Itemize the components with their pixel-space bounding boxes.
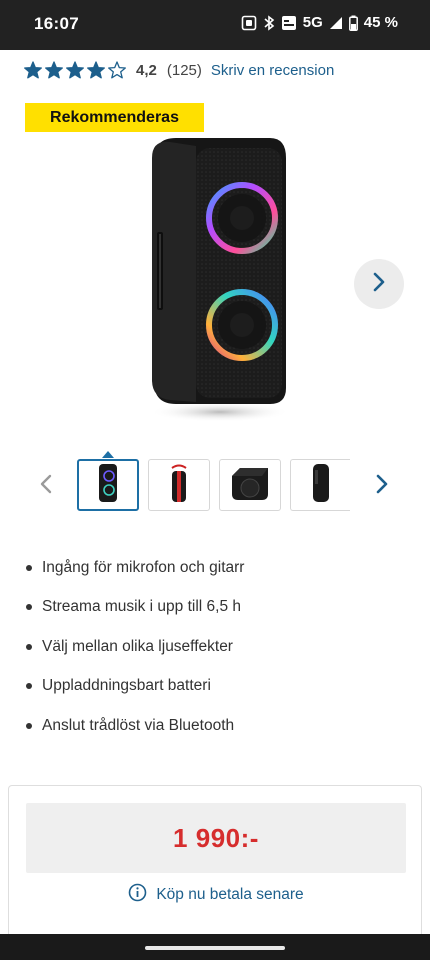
buy-now-pay-later-label: Köp nu betala senare — [156, 886, 304, 903]
rating-value: 4,2 — [136, 61, 157, 79]
star-filled-icon — [66, 61, 84, 79]
star-empty-icon — [108, 61, 126, 79]
thumbnail-4[interactable] — [290, 459, 350, 511]
chevron-right-icon — [376, 473, 388, 500]
battery-percent: 45 % — [363, 14, 398, 31]
feature-text: Anslut trådlöst via Bluetooth — [42, 716, 235, 734]
feature-text: Uppladdningsbart batteri — [42, 677, 211, 695]
bullet-icon — [26, 564, 32, 571]
rating-stars — [24, 61, 126, 79]
price-box: 1 990:- — [26, 803, 406, 873]
bluetooth-icon — [263, 14, 275, 31]
price-card: 1 990:- Köp nu betala senare — [8, 785, 422, 945]
feature-text: Välj mellan olika ljuseffekter — [42, 637, 233, 655]
rating-count[interactable]: (125) — [167, 62, 202, 79]
speaker-front-thumbnail — [98, 463, 118, 508]
thumbnail-3[interactable] — [219, 459, 281, 511]
bullet-icon — [26, 604, 32, 611]
feature-text: Streama musik i upp till 6,5 h — [42, 598, 242, 616]
feature-item: Anslut trådlöst via Bluetooth — [26, 706, 244, 746]
signal-icon — [329, 16, 343, 30]
party-speaker-image[interactable] — [140, 130, 290, 430]
write-review-link[interactable]: Skriv en recension — [211, 62, 334, 79]
chevron-left-icon — [40, 473, 52, 500]
thumbnail-next-button[interactable] — [370, 472, 394, 500]
active-thumbnail-indicator — [102, 451, 114, 458]
thumbnail-prev-button[interactable] — [34, 472, 58, 500]
thumbnail-2[interactable] — [148, 459, 210, 511]
speaker-red-thumbnail — [164, 462, 194, 509]
price-value: 1 990:- — [173, 822, 259, 853]
network-label: 5G — [302, 14, 323, 31]
speaker-side-thumbnail — [311, 462, 331, 509]
buy-now-pay-later-link[interactable]: Köp nu betala senare — [9, 883, 423, 907]
feature-item: Streama musik i upp till 6,5 h — [26, 588, 244, 628]
recommended-badge: Rekommenderas — [25, 103, 204, 132]
bullet-icon — [26, 683, 32, 690]
bullet-icon — [26, 643, 32, 650]
feature-list: Ingång för mikrofon och gitarr Streama m… — [26, 548, 244, 746]
navigation-bar — [0, 934, 430, 960]
bullet-icon — [26, 722, 32, 729]
chevron-right-icon — [372, 271, 386, 298]
star-filled-icon — [87, 61, 105, 79]
volte-icon — [281, 15, 297, 31]
feature-item: Uppladdningsbart batteri — [26, 667, 244, 707]
status-time: 16:07 — [34, 14, 79, 33]
feature-text: Ingång för mikrofon och gitarr — [42, 558, 245, 576]
thumbnail-1[interactable] — [77, 459, 139, 511]
feature-item: Välj mellan olika ljuseffekter — [26, 627, 244, 667]
screen-record-icon — [241, 15, 257, 31]
star-filled-icon — [24, 61, 42, 79]
rating-row: 4,2 (125) Skriv en recension — [24, 58, 334, 82]
battery-icon — [348, 15, 358, 31]
speaker-top-thumbnail — [228, 464, 272, 507]
feature-item: Ingång för mikrofon och gitarr — [26, 548, 244, 588]
next-image-button[interactable] — [354, 259, 404, 309]
star-filled-icon — [45, 61, 63, 79]
status-icons: 5G 45 % — [241, 14, 398, 31]
info-icon — [128, 883, 147, 907]
home-gesture-handle[interactable] — [145, 946, 285, 950]
status-bar: 16:07 5G 45 % — [0, 0, 430, 50]
